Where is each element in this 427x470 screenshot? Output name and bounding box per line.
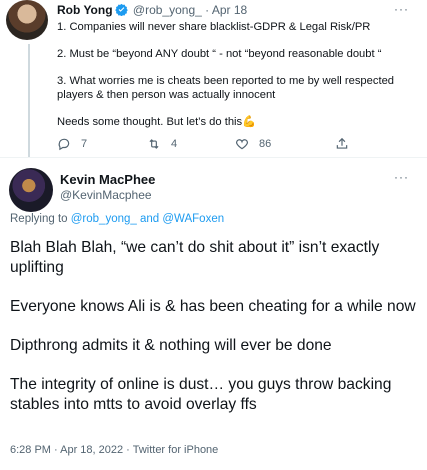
focused-tweet: Kevin MacPhee @KevinMacphee ··· Replying… bbox=[0, 158, 427, 470]
like-button[interactable]: 86 bbox=[235, 137, 271, 151]
tweet-date[interactable]: Apr 18 bbox=[212, 3, 247, 17]
retweet-button[interactable]: 4 bbox=[147, 137, 177, 151]
author-handle[interactable]: @rob_yong_ bbox=[133, 3, 202, 17]
share-button[interactable] bbox=[335, 137, 349, 151]
retweet-icon bbox=[149, 139, 159, 149]
replying-prefix: Replying to bbox=[10, 213, 68, 225]
more-options-icon[interactable]: ··· bbox=[394, 2, 409, 16]
mention-link[interactable]: @WAFoxen bbox=[162, 213, 224, 225]
rob-yong-avatar[interactable] bbox=[6, 0, 48, 40]
tweet-actions: 7 4 86 bbox=[57, 137, 357, 155]
reply-count: 7 bbox=[81, 138, 88, 150]
verified-badge-icon bbox=[114, 3, 128, 19]
kevin-macphee-avatar[interactable] bbox=[9, 168, 53, 212]
thread-connector-line bbox=[28, 44, 30, 157]
tweet-line: 3. What worries me is cheats been report… bbox=[57, 75, 395, 101]
reply-icon bbox=[58, 138, 70, 151]
tweet-line: 1. Companies will never share blacklist-… bbox=[57, 21, 371, 33]
author-name[interactable]: Kevin MacPhee bbox=[60, 172, 155, 187]
tweet-text: 1. Companies will never share blacklist-… bbox=[57, 20, 417, 129]
author-handle[interactable]: @KevinMacphee bbox=[60, 188, 152, 202]
tweet-line: 2. Must be “beyond ANY doubt “ - not “be… bbox=[57, 48, 382, 60]
author-name[interactable]: Rob Yong bbox=[57, 3, 113, 17]
mention-link[interactable]: @rob_yong_ bbox=[71, 213, 137, 225]
more-options-icon[interactable]: ··· bbox=[394, 170, 409, 184]
share-icon bbox=[336, 137, 348, 149]
tweet-paragraph: Blah Blah Blah, “we can’t do shit about … bbox=[10, 239, 380, 276]
tweet-line: Needs some thought. But let’s do this💪 bbox=[57, 116, 257, 128]
mention-and: and bbox=[139, 213, 160, 225]
meta-separator: · bbox=[205, 3, 210, 17]
retweet-count: 4 bbox=[171, 138, 178, 150]
replying-to-line: Replying to @rob_yong_ and @WAFoxen bbox=[10, 213, 224, 225]
heart-icon bbox=[236, 139, 248, 150]
like-count: 86 bbox=[259, 138, 272, 150]
tweet-header: Rob Yong @rob_yong_ · Apr 18 bbox=[57, 3, 247, 19]
parent-tweet[interactable]: Rob Yong @rob_yong_ · Apr 18 ··· 1. Comp… bbox=[0, 0, 427, 157]
tweet-paragraph: Dipthrong admits it & nothing will ever … bbox=[10, 337, 332, 354]
tweet-paragraph: Everyone knows Ali is & has been cheatin… bbox=[10, 298, 416, 315]
tweet-paragraph: The integrity of online is dust… you guy… bbox=[10, 376, 392, 413]
tweet-text: Blah Blah Blah, “we can’t do shit about … bbox=[10, 238, 420, 434]
tweet-timestamp-footer[interactable]: 6:28 PM · Apr 18, 2022 · Twitter for iPh… bbox=[10, 444, 218, 456]
reply-button[interactable]: 7 bbox=[57, 137, 87, 151]
